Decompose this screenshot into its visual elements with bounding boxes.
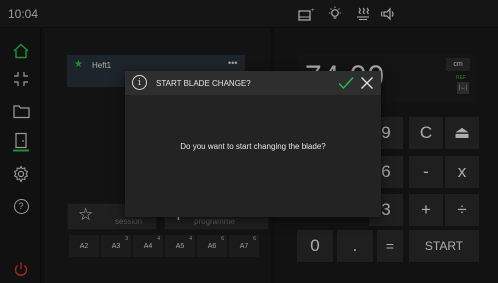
dialog-message: Do you want to start changing the blade?	[180, 142, 326, 151]
close-icon[interactable]	[359, 75, 375, 91]
app-screen: 10:04 + ? ★ Heft1 ••• ☆ session + progra…	[0, 0, 498, 283]
dialog-title: START BLADE CHANGE?	[156, 79, 251, 88]
info-icon: i	[132, 75, 147, 90]
checkmark-icon[interactable]	[337, 75, 355, 91]
